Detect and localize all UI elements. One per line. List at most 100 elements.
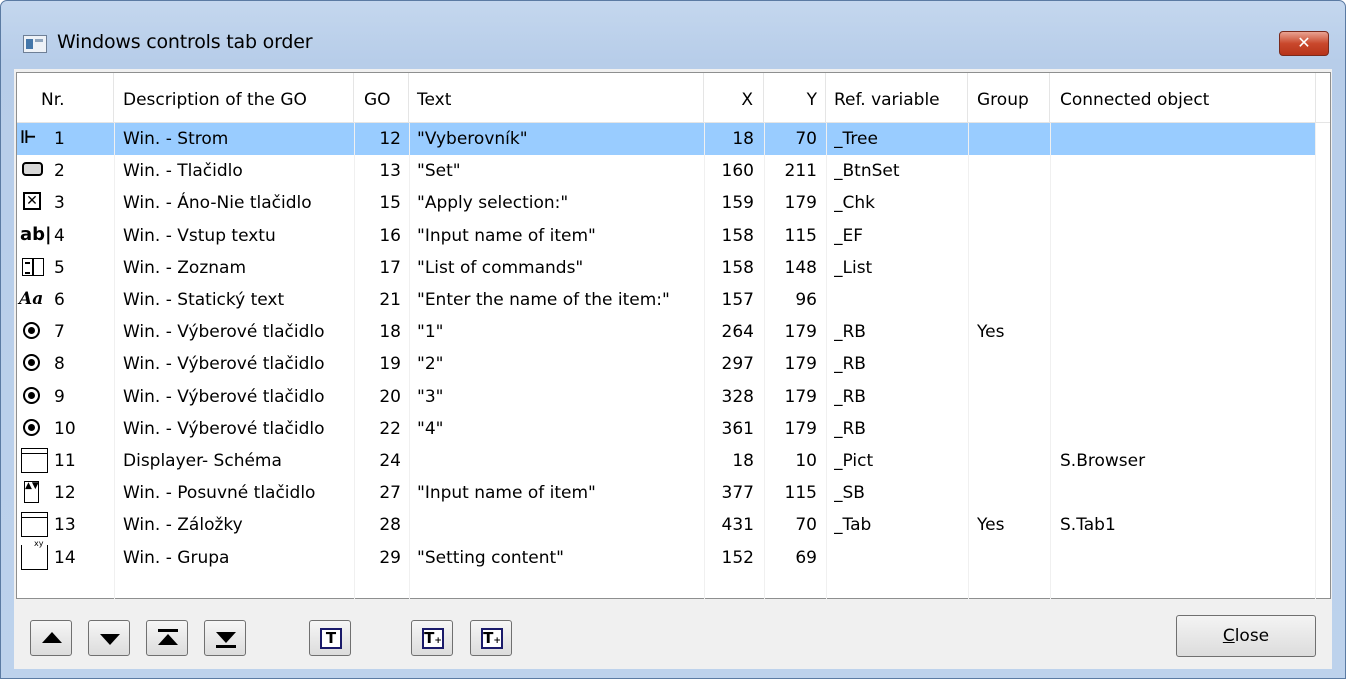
cell-ref: _Tab	[834, 515, 872, 536]
move-to-top-button[interactable]	[146, 620, 188, 656]
cell-go: 18	[379, 322, 401, 343]
cell-ref: _RB	[834, 354, 866, 375]
cell-group	[977, 220, 1049, 252]
tab-order-insert-button[interactable]: T+	[470, 620, 512, 656]
column-header-y[interactable]: Y	[764, 73, 826, 123]
cell-text: "Set"	[417, 161, 461, 182]
table-row[interactable]: 2 Win. - Tlačidlo 13 "Set" 160 211 _BtnSet	[17, 155, 1315, 187]
cell-group	[977, 413, 1049, 445]
move-to-bottom-button[interactable]	[204, 620, 246, 656]
cell-conn	[1060, 123, 1315, 155]
table-row[interactable]: 13 Win. - Záložky 28 431 70 _Tab Yes S.Tab1	[17, 509, 1315, 541]
move-down-button[interactable]	[88, 620, 130, 656]
cell-desc: Win. - Grupa	[123, 547, 230, 568]
column-divider	[704, 123, 705, 600]
window-title: Windows controls tab order	[57, 31, 313, 53]
cell-y: 148	[784, 257, 817, 278]
cell-text: "Vyberovník"	[417, 129, 528, 149]
cell-group	[977, 348, 1049, 380]
text-input-icon: ab|	[20, 223, 52, 245]
cell-group	[977, 542, 1049, 574]
column-divider	[1315, 123, 1316, 600]
column-header-x[interactable]: X	[704, 73, 764, 123]
table-row[interactable]: 7 Win. - Výberové tlačidlo 18 "1" 264 179 _RB Y…	[17, 316, 1315, 348]
cell-ref	[834, 284, 968, 316]
column-divider	[114, 123, 115, 600]
tab-order-add-button[interactable]: T+	[411, 620, 453, 656]
cell-ref: _RB	[834, 322, 866, 343]
cell-ref: _EF	[834, 225, 864, 246]
cell-y: 115	[784, 483, 817, 504]
cell-group	[977, 445, 1049, 477]
cell-ref: _RB	[834, 418, 866, 439]
column-header-text[interactable]: Text	[409, 73, 704, 123]
cell-ref: _SB	[834, 483, 865, 504]
arrow-up-icon	[42, 632, 62, 643]
table-row[interactable]: 8 Win. - Výberové tlačidlo 19 "2" 297 179 _RB	[17, 348, 1315, 380]
list-header: Nr. Description of the GO GO Text X Y Re…	[17, 73, 1330, 123]
title-bar[interactable]: Windows controls tab order ✕	[1, 1, 1345, 56]
cell-go: 13	[379, 161, 401, 182]
radio-icon	[23, 354, 40, 372]
table-row[interactable]: xy 14 Win. - Grupa 29 "Setting content" 152 69	[17, 539, 1315, 574]
table-row[interactable]: 9 Win. - Výberové tlačidlo 20 "3" 328 179 _RB	[17, 381, 1315, 413]
cell-y: 211	[784, 161, 817, 182]
cell-conn	[1060, 220, 1315, 252]
table-row[interactable]: 10 Win. - Výberové tlačidlo 22 "4" 361 179 _RB	[17, 413, 1315, 445]
move-up-button[interactable]	[30, 620, 72, 656]
cell-text: "Apply selection:"	[417, 193, 569, 214]
cell-group	[977, 477, 1049, 509]
cell-desc: Win. - Statický text	[123, 290, 285, 310]
arrow-top-icon	[158, 634, 178, 645]
cell-desc: Win. - Výberové tlačidlo	[123, 418, 325, 439]
cell-ref: _Chk	[834, 193, 875, 214]
cell-go: 22	[379, 418, 401, 439]
cell-conn	[1060, 381, 1315, 413]
cell-nr: 4	[54, 225, 65, 246]
frame-icon	[21, 448, 48, 473]
table-row[interactable]: 5 Win. - Zoznam 17 "List of commands" 158 148…	[17, 252, 1315, 284]
cell-x: 18	[732, 129, 754, 149]
cell-desc: Win. - Tlačidlo	[123, 161, 243, 182]
cell-conn	[1060, 316, 1315, 348]
cell-conn	[1060, 284, 1315, 316]
column-header-nr[interactable]: Nr.	[17, 73, 114, 123]
cell-x: 328	[721, 386, 754, 407]
group-box-icon: xy	[21, 539, 48, 570]
table-row[interactable]: ab| 4 Win. - Vstup textu 16 "Input name of i…	[17, 220, 1315, 252]
cell-conn	[1060, 348, 1315, 380]
table-row[interactable]: ✕ 3 Win. - Áno-Nie tlačidlo 15 "Apply select…	[17, 187, 1315, 219]
cell-go: 21	[379, 290, 401, 310]
cell-ref: _RB	[834, 386, 866, 407]
table-row[interactable]: 11 Displayer- Schéma 24 18 10 _Pict S.Browser	[17, 445, 1315, 477]
cell-x: 157	[721, 290, 754, 310]
tab-order-button[interactable]: T	[309, 620, 351, 656]
window-close-icon[interactable]: ✕	[1279, 31, 1329, 56]
column-divider	[354, 123, 355, 600]
cell-nr: 7	[54, 322, 65, 343]
column-header-connected-object[interactable]: Connected object	[1050, 73, 1316, 123]
cell-desc: Win. - Áno-Nie tlačidlo	[123, 193, 312, 214]
cell-group	[977, 252, 1049, 284]
radio-icon	[23, 418, 40, 436]
cell-go: 24	[379, 451, 401, 471]
cell-nr: 12	[54, 483, 76, 504]
column-header-description[interactable]: Description of the GO	[114, 73, 354, 123]
cell-nr: 13	[54, 515, 76, 536]
cell-nr: 2	[54, 161, 65, 182]
column-header-group[interactable]: Group	[968, 73, 1050, 123]
table-row[interactable]: ▲▼ 12 Win. - Posuvné tlačidlo 27 "Input name…	[17, 477, 1315, 509]
table-row[interactable]: Aa 6 Win. - Statický text 21 "Enter the name…	[17, 284, 1315, 316]
cell-go: 16	[379, 225, 401, 246]
close-button[interactable]: Close	[1176, 615, 1316, 657]
column-header-ref-variable[interactable]: Ref. variable	[826, 73, 968, 123]
cell-x: 159	[721, 193, 754, 214]
cell-go: 15	[379, 193, 401, 214]
cell-text: "4"	[417, 418, 444, 439]
cell-group	[977, 155, 1049, 187]
table-row[interactable]: ⊩ 1 Win. - Strom 12 "Vyberovník" 18 70 _Tree	[17, 123, 1315, 155]
cell-text: "List of commands"	[417, 257, 584, 278]
column-header-go[interactable]: GO	[354, 73, 409, 123]
tab-order-list[interactable]: Nr. Description of the GO GO Text X Y Re…	[16, 72, 1331, 600]
cell-group	[977, 123, 1049, 155]
